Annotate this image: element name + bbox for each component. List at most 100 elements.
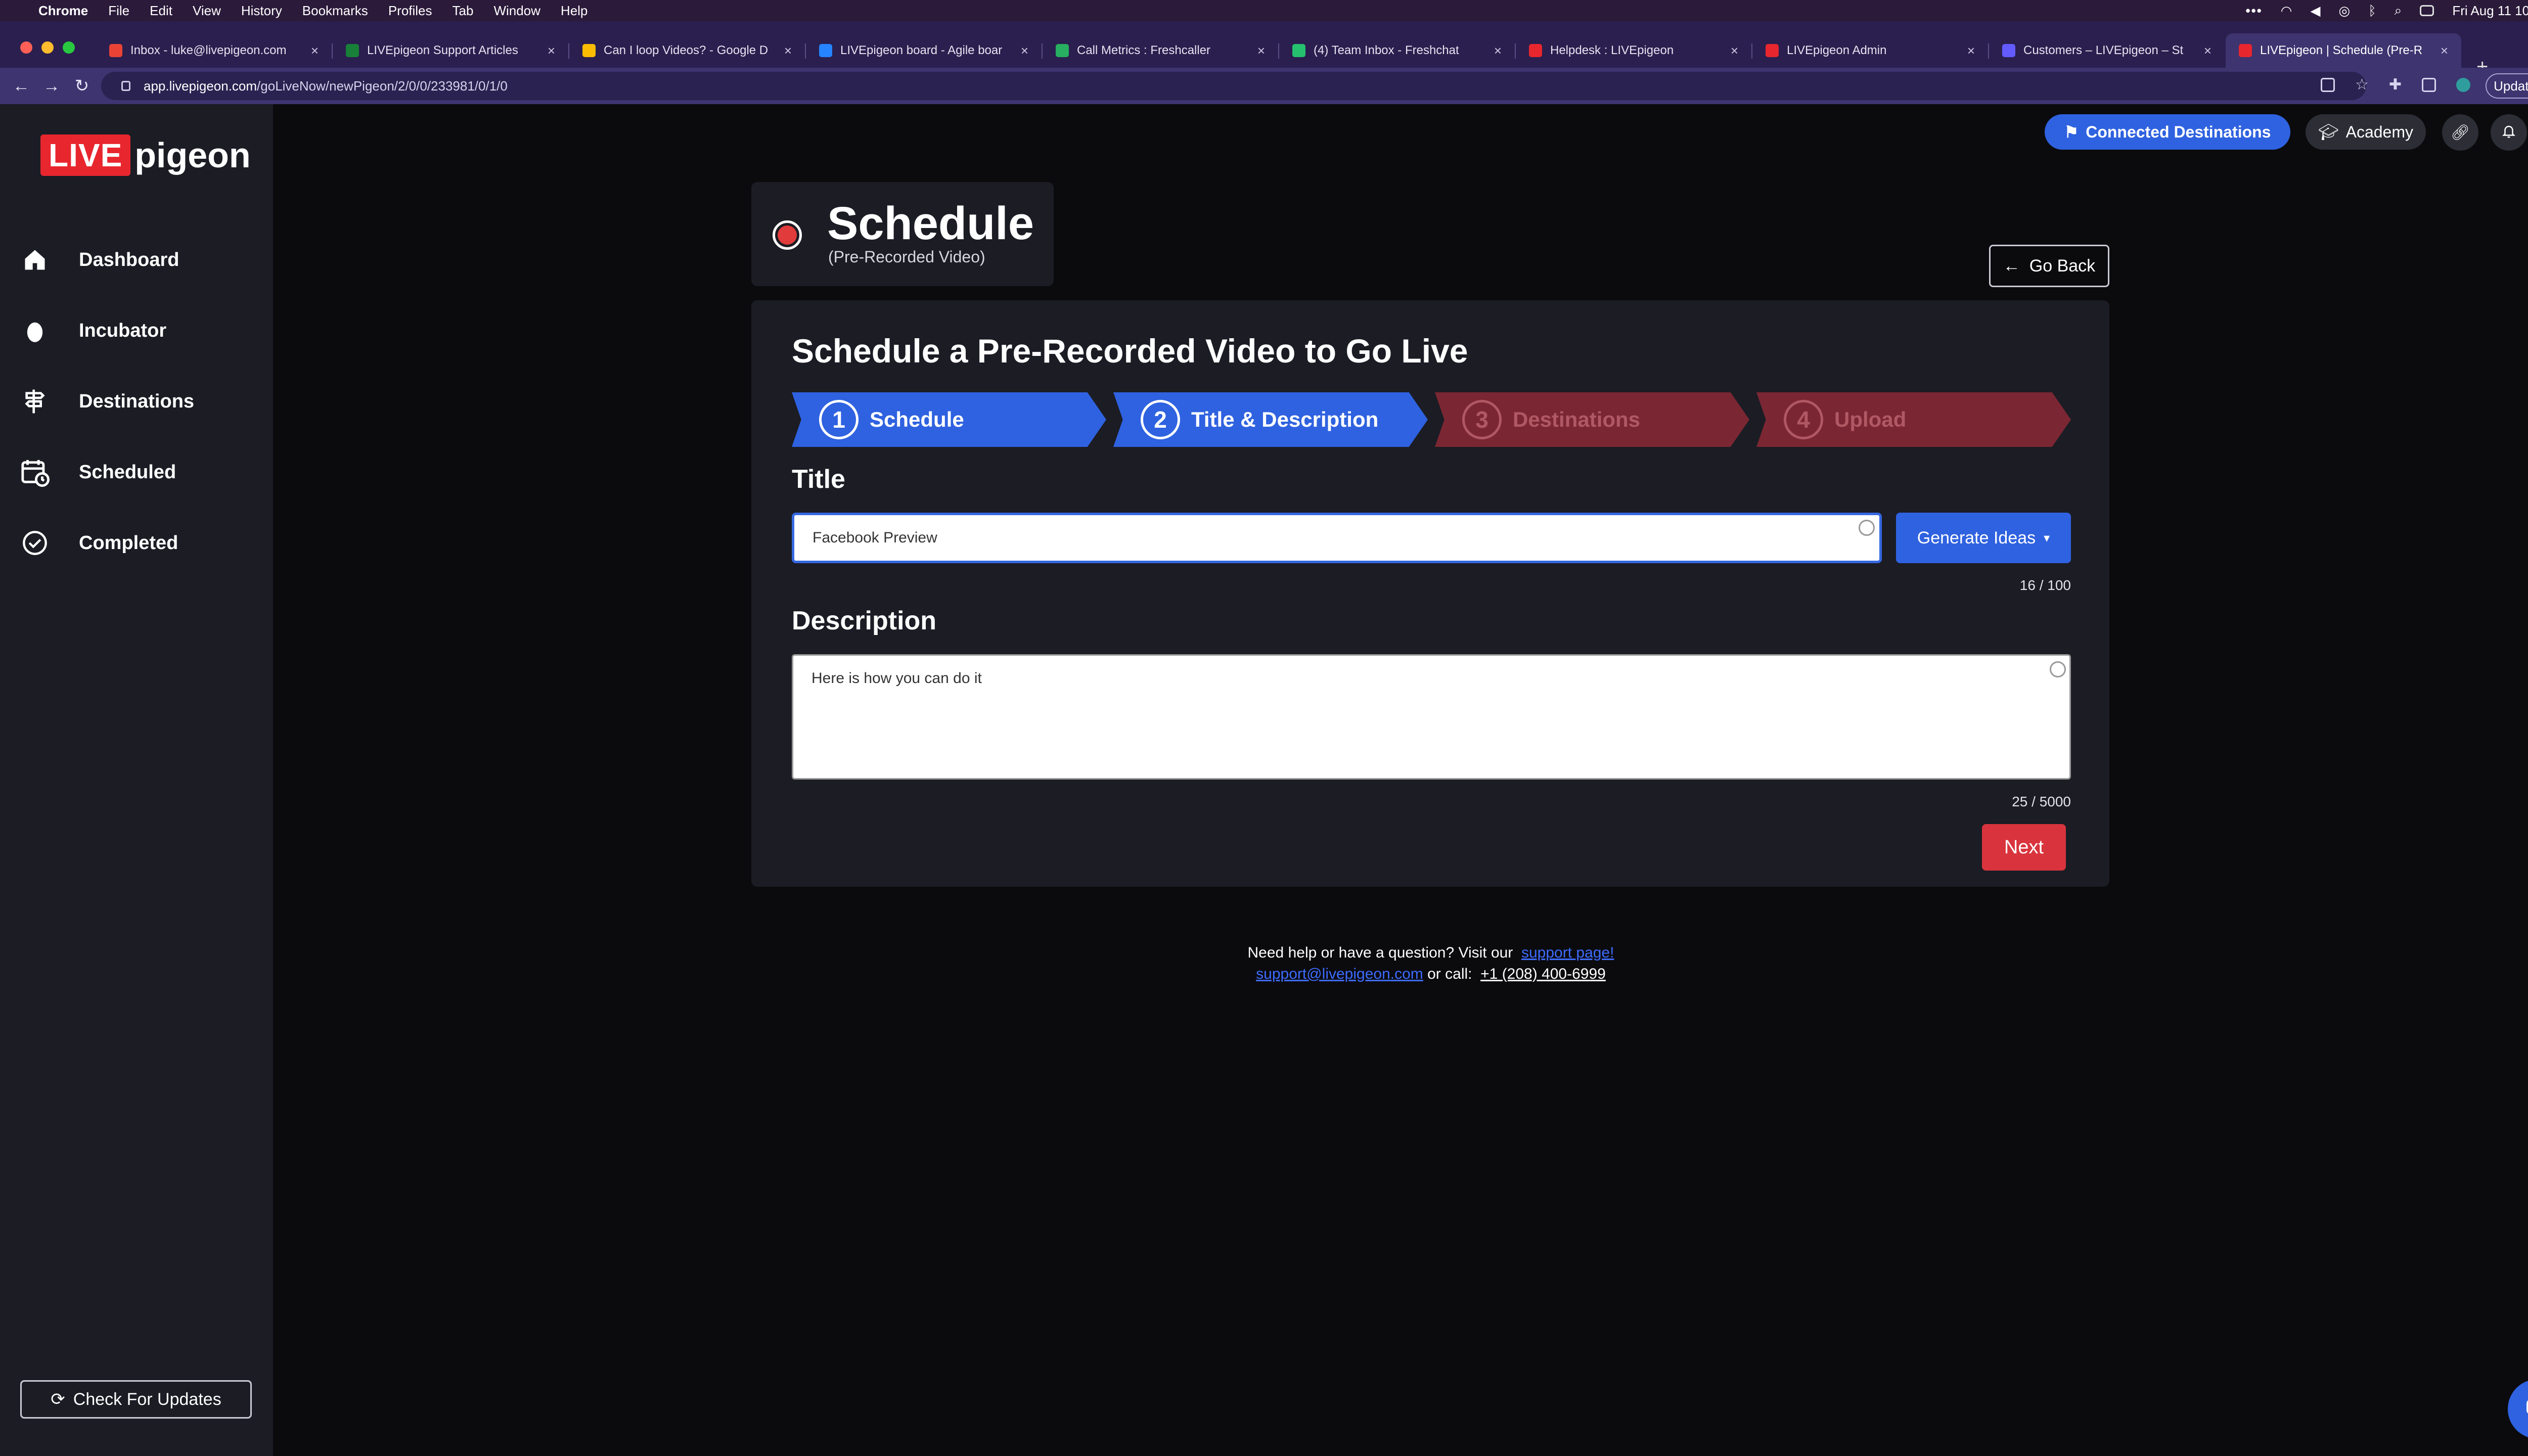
tab-close-icon[interactable]: × xyxy=(1021,43,1028,59)
update-button[interactable]: Update⋮ xyxy=(2486,73,2528,99)
step-schedule[interactable]: 1 Schedule xyxy=(792,392,1106,447)
next-button[interactable]: Next xyxy=(1982,824,2066,871)
tab-close-icon[interactable]: × xyxy=(1494,43,1502,59)
connected-destinations-button[interactable]: ⚑ Connected Destinations xyxy=(2045,114,2290,150)
generate-ideas-label: Generate Ideas xyxy=(1917,528,2036,548)
academy-button[interactable]: 🎓︎ Academy xyxy=(2306,114,2426,150)
tab-close-icon[interactable]: × xyxy=(2204,43,2211,59)
airdrop-icon[interactable]: ◎ xyxy=(2338,3,2350,19)
menu-tab[interactable]: Tab xyxy=(453,3,474,19)
description-char-counter: 25 / 5000 xyxy=(2012,794,2071,809)
browser-tab[interactable]: LIVEpigeon Support Articles × xyxy=(333,33,568,68)
tab-close-icon[interactable]: × xyxy=(784,43,792,59)
egg-icon xyxy=(20,316,50,345)
support-phone-link[interactable]: +1 (208) 400-6999 xyxy=(1480,966,1606,982)
step-upload[interactable]: 4 Upload xyxy=(1756,392,2071,447)
browser-tab[interactable]: LIVEpigeon board - Agile boar × xyxy=(806,33,1042,68)
site-info-icon[interactable] xyxy=(121,81,130,91)
tab-favicon-icon xyxy=(1292,44,1305,57)
profile-avatar[interactable] xyxy=(2456,77,2471,92)
menu-app-name[interactable]: Chrome xyxy=(38,3,88,19)
emoji-picker-icon[interactable] xyxy=(2050,661,2066,677)
browser-tab[interactable]: Customers – LIVEpigeon – St × xyxy=(1989,33,2225,68)
title-input-value: Facebook Preview xyxy=(812,529,937,546)
window-controls xyxy=(20,41,75,54)
tab-separator xyxy=(1751,43,1752,59)
tab-close-icon[interactable]: × xyxy=(2441,43,2448,59)
menubar-clock[interactable]: Fri Aug 11 10:56 AM xyxy=(2452,3,2528,19)
livepigeon-logo[interactable]: LIVE pigeon xyxy=(40,134,251,176)
menu-profiles[interactable]: Profiles xyxy=(388,3,432,19)
menu-history[interactable]: History xyxy=(241,3,282,19)
step-title-description[interactable]: 2 Title & Description xyxy=(1113,392,1428,447)
spotlight-search-icon[interactable]: ⌕ xyxy=(2395,3,2402,19)
step-number: 1 xyxy=(819,400,859,439)
menu-bookmarks[interactable]: Bookmarks xyxy=(302,3,368,19)
sidebar-item-scheduled[interactable]: Scheduled xyxy=(20,452,263,492)
wifi-icon[interactable]: ◠ xyxy=(2281,3,2292,19)
go-back-button[interactable]: ← Go Back xyxy=(1989,245,2109,287)
sidebar-item-incubator[interactable]: Incubator xyxy=(20,310,263,351)
emoji-picker-icon[interactable] xyxy=(1859,520,1875,536)
url-path: /goLiveNow/newPigeon/2/0/0/233981/0/1/0 xyxy=(257,78,508,94)
card-title: Schedule a Pre-Recorded Video to Go Live xyxy=(792,332,1468,370)
schedule-card: Schedule a Pre-Recorded Video to Go Live… xyxy=(751,300,2109,887)
tab-close-icon[interactable]: × xyxy=(1731,43,1738,59)
browser-tab[interactable]: LIVEpigeon | Schedule (Pre-R × xyxy=(2226,33,2461,68)
tab-close-icon[interactable]: × xyxy=(311,43,319,59)
volume-icon[interactable]: ◀︎ xyxy=(2310,3,2320,19)
close-window-icon[interactable] xyxy=(20,41,32,54)
tab-close-icon[interactable]: × xyxy=(1257,43,1265,59)
logo-live: LIVE xyxy=(40,134,131,176)
sidebar-item-destinations[interactable]: Destinations xyxy=(20,381,263,422)
minimize-window-icon[interactable] xyxy=(41,41,54,54)
browser-tab[interactable]: Can I loop Videos? - Google D × xyxy=(569,33,805,68)
step-destinations[interactable]: 3 Destinations xyxy=(1435,392,1749,447)
link-button[interactable]: 🔗︎ xyxy=(2442,114,2478,151)
menu-view[interactable]: View xyxy=(193,3,221,19)
tab-separator xyxy=(1988,43,1989,59)
description-value: Here is how you can do it xyxy=(811,670,982,687)
description-textarea[interactable]: Here is how you can do it xyxy=(792,654,2071,780)
extensions-puzzle-icon[interactable]: ✚ xyxy=(2389,76,2402,94)
forward-arrow-icon[interactable]: → xyxy=(36,76,67,96)
bluetooth-icon[interactable]: ᛒ xyxy=(2368,3,2376,19)
tab-separator xyxy=(568,43,569,59)
address-bar[interactable]: app.livepigeon.com/goLiveNow/newPigeon/2… xyxy=(101,72,2366,100)
tab-favicon-icon xyxy=(2002,44,2015,57)
browser-tab[interactable]: Helpdesk : LIVEpigeon × xyxy=(1516,33,1751,68)
menu-file[interactable]: File xyxy=(108,3,129,19)
step-number: 2 xyxy=(1141,400,1180,439)
sidebar-item-dashboard[interactable]: Dashboard xyxy=(20,240,263,280)
sidebar-item-completed[interactable]: Completed xyxy=(20,523,263,563)
bookmark-star-icon[interactable]: ☆ xyxy=(2355,76,2369,94)
control-center-icon[interactable] xyxy=(2420,5,2434,16)
menu-edit[interactable]: Edit xyxy=(150,3,172,19)
tab-close-icon[interactable]: × xyxy=(548,43,555,59)
sidepanel-icon[interactable] xyxy=(2422,77,2436,92)
step-label: Schedule xyxy=(870,407,964,431)
zoom-window-icon[interactable] xyxy=(63,41,75,54)
browser-tab[interactable]: Inbox - luke@livepigeon.com × xyxy=(96,33,332,68)
more-status-icon[interactable]: ••• xyxy=(2245,3,2262,19)
browser-tab[interactable]: Call Metrics : Freshcaller × xyxy=(1043,33,1278,68)
title-input[interactable]: Facebook Preview xyxy=(792,513,1882,563)
support-page-link[interactable]: support page! xyxy=(1521,944,1614,961)
url-host: app.livepigeon.com xyxy=(144,78,257,94)
menu-help[interactable]: Help xyxy=(561,3,588,19)
academy-label: Academy xyxy=(2345,122,2413,141)
share-icon[interactable] xyxy=(2321,77,2335,92)
tab-favicon-icon xyxy=(1766,44,1779,57)
back-arrow-icon[interactable]: ← xyxy=(6,76,36,96)
notifications-button[interactable] xyxy=(2491,114,2527,151)
reload-icon[interactable]: ↻ xyxy=(67,76,97,96)
status-area: ••• ◠ ◀︎ ◎ ᛒ ⌕ Fri Aug 11 10:56 AM xyxy=(2245,3,2528,19)
tab-close-icon[interactable]: × xyxy=(1967,43,1975,59)
tab-title: Customers – LIVEpigeon – St xyxy=(2023,43,2184,57)
menu-window[interactable]: Window xyxy=(493,3,540,19)
generate-ideas-button[interactable]: Generate Ideas ▾ xyxy=(1896,513,2071,563)
browser-tab[interactable]: (4) Team Inbox - Freshchat × xyxy=(1279,33,1515,68)
check-for-updates-button[interactable]: ⟳ Check For Updates xyxy=(20,1380,252,1419)
support-email-link[interactable]: support@livepigeon.com xyxy=(1256,966,1423,982)
browser-tab[interactable]: LIVEpigeon Admin × xyxy=(1752,33,1988,68)
